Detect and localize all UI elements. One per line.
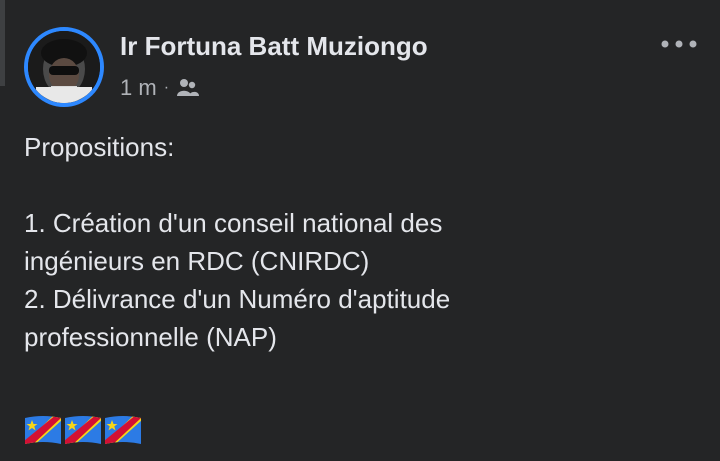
post-line: 2. Délivrance d'un Numéro d'aptitude xyxy=(24,284,451,314)
author-name[interactable]: Ir Fortuna Batt Muziongo xyxy=(120,31,428,62)
post-line: professionnelle (NAP) xyxy=(24,322,277,352)
post-meta: 1 m · xyxy=(120,75,200,101)
post-timestamp[interactable]: 1 m xyxy=(120,75,157,101)
flag-drc-icon xyxy=(65,416,101,444)
avatar-photo xyxy=(28,31,100,103)
post-heading: Propositions: xyxy=(24,132,175,162)
post-line: 1. Création d'un conseil national des xyxy=(24,208,443,238)
post-text: Propositions: 1. Création d'un conseil n… xyxy=(24,128,704,356)
friends-icon[interactable] xyxy=(176,78,200,98)
flag-drc-icon xyxy=(105,416,141,444)
more-horizontal-icon xyxy=(661,40,697,48)
post-card: Ir Fortuna Batt Muziongo 1 m · Propositi… xyxy=(0,0,720,461)
avatar[interactable] xyxy=(24,27,104,107)
flag-drc-icon xyxy=(25,416,61,444)
emoji-row xyxy=(24,414,142,448)
more-options-button[interactable] xyxy=(658,30,700,58)
post-line: ingénieurs en RDC (CNIRDC) xyxy=(24,246,370,276)
meta-separator: · xyxy=(163,79,170,96)
